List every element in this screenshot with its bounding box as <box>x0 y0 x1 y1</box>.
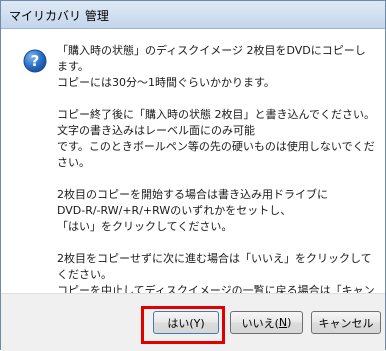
message-paragraph: 「購入時の状態」のディスクイメージ 2枚目をDVDにコピーします。 コピーには3… <box>57 44 366 89</box>
dialog-window: マイリカバリ 管理 ? 「購入時の状態」のディスクイメージ 2枚目をDVDにコピ… <box>0 0 386 351</box>
question-icon: ? <box>23 49 47 73</box>
dialog-content: ? 「購入時の状態」のディスクイメージ 2枚目をDVDにコピーします。 コピーに… <box>2 29 384 313</box>
message-paragraph: 2枚目のコピーを開始する場合は書き込み用ドライブに DVD-R/-RW/+R/+… <box>57 188 328 233</box>
dialog-message: 「購入時の状態」のディスクイメージ 2枚目をDVDにコピーします。 コピーには3… <box>57 43 375 315</box>
no-button-label-prefix: いいえ( <box>241 316 279 330</box>
no-button-accesskey: N <box>278 316 288 329</box>
title-bar[interactable]: マイリカバリ 管理 <box>1 1 385 29</box>
highlight-box <box>141 306 225 344</box>
no-button[interactable]: いいえ(N) <box>230 311 303 334</box>
cancel-button-label: キャンセル <box>318 316 374 330</box>
message-paragraph: コピー終了後に「購入時の状態 2枚目」と書き込んでください。文字の書き込みはレー… <box>57 108 375 169</box>
cancel-button[interactable]: キャンセル <box>311 311 381 334</box>
window-title: マイリカバリ 管理 <box>9 9 109 23</box>
no-button-label-suffix: ) <box>287 316 292 329</box>
svg-text:?: ? <box>31 52 40 70</box>
